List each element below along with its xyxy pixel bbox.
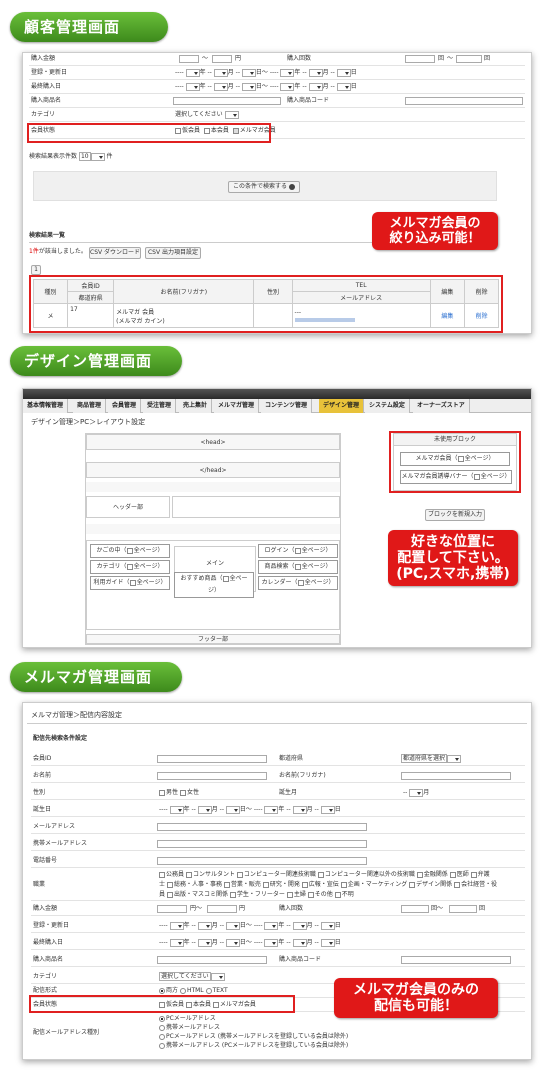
mailmag-section-title: 配信先検索条件設定 xyxy=(33,735,88,742)
results-count: 1件が該当しました。 xyxy=(29,248,87,255)
member-id-input[interactable] xyxy=(157,755,267,763)
page-number[interactable]: 1 xyxy=(31,265,41,275)
row-category: カテゴリ 選択してください xyxy=(29,109,525,122)
pref-select[interactable]: 都道府県を選択 xyxy=(401,753,462,765)
row-amount: 購入金額 〜 円 購入回数 回 〜 回 xyxy=(29,53,525,66)
birth-month-select[interactable]: -- 月 xyxy=(403,787,429,799)
design-nav: 基本情報管理 商品管理 会員管理 受注管理 売上集計 メルマガ管理 コンテンツ管… xyxy=(23,399,531,413)
section-title-mailmag: メルマガ管理画面 xyxy=(10,662,182,692)
block-recommend[interactable]: おすすめ商品（ 全ページ） xyxy=(174,572,254,598)
row-product: 購入商品名 購入商品コード xyxy=(29,95,525,108)
email-input[interactable] xyxy=(157,823,367,831)
count-from-input[interactable] xyxy=(405,55,435,63)
per-page[interactable]: 検索結果表示件数 10 件 xyxy=(29,151,113,163)
addr-type-radios[interactable]: PCメールアドレス 携帯メールアドレス PCメールアドレス (携帯メールアドレス… xyxy=(159,1014,348,1050)
section-title-design: デザイン管理画面 xyxy=(10,346,182,376)
block-calendar[interactable]: カレンダー（ 全ページ） xyxy=(258,576,338,590)
row-addr-type: 配信メールアドレス種別 PCメールアドレス 携帯メールアドレス PCメールアドレ… xyxy=(33,1014,349,1050)
mm-category-select[interactable]: 選択してください xyxy=(159,971,225,983)
mailmag-breadcrumb: メルマガ管理＞配信内容設定 xyxy=(31,711,122,719)
productcode-input[interactable] xyxy=(405,97,523,105)
row-member-id: 会員ID 都道府県 都道府県を選択 xyxy=(31,753,525,766)
section-title-customer: 顧客管理画面 xyxy=(10,12,168,42)
tab-design[interactable]: デザイン管理 xyxy=(319,399,365,413)
regdate-selects[interactable]: ---- 年 -- 月 -- 日〜 ---- 年 -- 月 -- 日 xyxy=(175,67,357,79)
mm-productcode-input[interactable] xyxy=(401,956,511,964)
block-guide[interactable]: 利用ガイド（ 全ページ） xyxy=(90,576,170,590)
search-area: この条件で検索する xyxy=(33,171,497,201)
search-button[interactable]: この条件で検索する xyxy=(228,181,300,193)
row-lastdate: 最終購入日 ---- 年 -- 月 -- 日〜 ---- 年 -- 月 -- 日 xyxy=(31,937,525,950)
tab-owners[interactable]: オーナーズストア xyxy=(413,399,470,413)
row-regdate: 登録・更新日 ---- 年 -- 月 -- 日〜 ---- 年 -- 月 -- … xyxy=(29,67,525,80)
mailmag-callout: メルマガ会員のみの 配信も可能！ xyxy=(334,978,498,1018)
mobile-email-input[interactable] xyxy=(157,840,367,848)
row-gender: 性別 男性 女性 誕生月 -- 月 xyxy=(31,787,525,800)
results-title: 検索結果一覧 xyxy=(29,232,66,239)
status-highlight xyxy=(27,123,271,143)
tab-basic[interactable]: 基本情報管理 xyxy=(23,399,69,413)
tab-mailmag[interactable]: メルマガ管理 xyxy=(214,399,260,413)
design-screenshot: 基本情報管理 商品管理 会員管理 受注管理 売上集計 メルマガ管理 コンテンツ管… xyxy=(22,388,532,648)
mm-product-input[interactable] xyxy=(157,956,267,964)
row-job: 職業 公務員 コンサルタント コンピューター関連技術職 コンピューター関連以外の… xyxy=(31,869,525,901)
mm-regdate-selects[interactable]: ---- 年 -- 月 -- 日〜 ---- 年 -- 月 -- 日 xyxy=(159,920,341,932)
tab-members[interactable]: 会員管理 xyxy=(108,399,142,413)
row-tel: 電話番号 xyxy=(31,855,525,868)
block-category[interactable]: カテゴリ（ 全ページ） xyxy=(90,560,170,574)
tab-orders[interactable]: 受注管理 xyxy=(143,399,177,413)
block-search[interactable]: 商品検索（ 全ページ） xyxy=(258,560,338,574)
new-block-button[interactable]: ブロックを新規入力 xyxy=(425,509,485,521)
job-checkboxes-3[interactable]: 員 出版・マスコミ関係 学生・フリーター 主婦 その他 不明 xyxy=(159,889,354,901)
row-lastdate: 最終購入日 ---- 年 -- 月 -- 日〜 ---- 年 -- 月 -- 日 xyxy=(29,81,525,94)
mm-count-from[interactable] xyxy=(401,905,429,913)
customer-callout: メルマガ会員の 絞り込み可能！ xyxy=(372,212,498,250)
customer-screenshot: 購入金額 〜 円 購入回数 回 〜 回 登録・更新日 ---- 年 -- 月 -… xyxy=(22,52,532,334)
design-breadcrumb: デザイン管理＞PC＞レイアウト設定 xyxy=(31,418,146,426)
row-product: 購入商品名 購入商品コード xyxy=(31,954,525,967)
amount-to-input[interactable] xyxy=(212,55,232,63)
table-highlight xyxy=(29,275,503,333)
count-to-input[interactable] xyxy=(456,55,482,63)
product-input[interactable] xyxy=(173,97,281,105)
mm-count-to[interactable] xyxy=(449,905,477,913)
row-email: メールアドレス xyxy=(31,821,525,834)
csv-download-button[interactable]: CSV ダウンロード xyxy=(89,247,141,259)
tel-input[interactable] xyxy=(157,857,367,865)
row-name: お名前 お名前(フリガナ) xyxy=(31,770,525,783)
csv-settings-button[interactable]: CSV 出力項目設定 xyxy=(145,247,201,259)
amount-from-input[interactable] xyxy=(179,55,199,63)
design-callout: 好きな位置に 配置して下さい。 (PC,スマホ,携帯) xyxy=(388,530,518,586)
kana-input[interactable] xyxy=(401,772,511,780)
block-cart[interactable]: かごの中（ 全ページ） xyxy=(90,544,170,558)
row-amount: 購入金額 円〜円購入回数 回〜回 xyxy=(31,903,525,916)
gender-checkboxes[interactable]: 男性 女性 xyxy=(159,787,199,799)
row-regdate: 登録・更新日 ---- 年 -- 月 -- 日〜 ---- 年 -- 月 -- 日 xyxy=(31,920,525,933)
birthday-selects[interactable]: ---- 年 -- 月 -- 日〜 ---- 年 -- 月 -- 日 xyxy=(159,804,341,816)
tab-contents[interactable]: コンテンツ管理 xyxy=(261,399,313,413)
row-birthday: 誕生日 ---- 年 -- 月 -- 日〜 ---- 年 -- 月 -- 日 xyxy=(31,804,525,817)
block-login[interactable]: ログイン（ 全ページ） xyxy=(258,544,338,558)
name-input[interactable] xyxy=(157,772,267,780)
layout-canvas: <head> </head> ヘッダー部 かごの中（ 全ページ） カテゴリ（ 全ペー… xyxy=(85,433,341,645)
tab-system[interactable]: システム設定 xyxy=(365,399,410,413)
unused-highlight xyxy=(389,431,521,493)
mm-lastdate-selects[interactable]: ---- 年 -- 月 -- 日〜 ---- 年 -- 月 -- 日 xyxy=(159,937,341,949)
mm-amount-from[interactable] xyxy=(157,905,187,913)
mm-amount-to[interactable] xyxy=(207,905,237,913)
lastdate-selects[interactable]: ---- 年 -- 月 -- 日〜 ---- 年 -- 月 -- 日 xyxy=(175,81,357,93)
category-select[interactable]: 選択してください xyxy=(175,109,239,121)
mm-status-highlight xyxy=(29,995,295,1013)
tab-products[interactable]: 商品管理 xyxy=(73,399,107,413)
row-mobile-email: 携帯メールアドレス xyxy=(31,838,525,851)
tab-sales[interactable]: 売上集計 xyxy=(179,399,213,413)
